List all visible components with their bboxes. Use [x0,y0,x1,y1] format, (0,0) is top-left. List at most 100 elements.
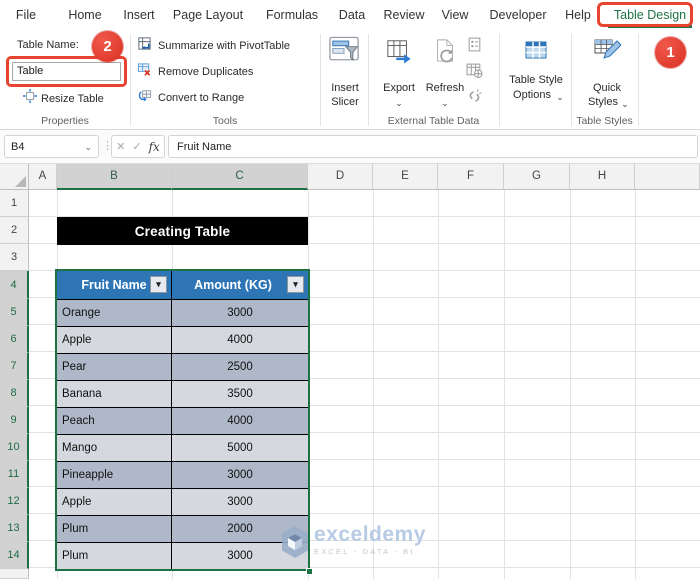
cell-amount[interactable]: 3000 [172,300,308,326]
table-row: Orange 3000 [57,299,308,326]
amount-filter-button[interactable]: ▾ [287,276,304,293]
select-all-button[interactable] [0,164,29,190]
cell-fruit[interactable]: Pineapple [57,462,172,488]
insert-slicer-label-line1: Insert [331,82,359,94]
tab-insert[interactable]: Insert [123,0,154,30]
cell-fruit[interactable]: Apple [57,327,172,353]
cell-fruit[interactable]: Plum [57,543,172,569]
table-row: Plum 2000 [57,515,308,542]
row-header-2[interactable]: 2 [0,217,29,244]
name-box[interactable]: B4 ⌄ [4,135,99,158]
row-header-12[interactable]: 12 [0,488,29,515]
cell-amount[interactable]: 3000 [172,462,308,488]
table-row: Mango 5000 [57,434,308,461]
row-header-11[interactable]: 11 [0,461,29,488]
cancel-icon[interactable]: ✕ [116,140,125,153]
insert-slicer-label-line2: Slicer [331,96,359,108]
col-header-g[interactable]: G [504,164,570,190]
pivottable-icon [137,36,152,56]
export-button[interactable] [386,38,412,69]
row-header-14[interactable]: 14 [0,542,29,569]
tab-home[interactable]: Home [68,0,101,30]
enter-check-icon[interactable]: ✓ [132,140,141,153]
select-all-triangle-icon [15,176,26,187]
tab-page-layout[interactable]: Page Layout [173,0,243,30]
row-header-5[interactable]: 5 [0,299,29,326]
formula-value: Fruit Name [177,140,232,153]
cell-fruit[interactable]: Peach [57,408,172,434]
watermark-tagline: EXCEL - DATA - BI [314,547,415,556]
row-header-10[interactable]: 10 [0,434,29,461]
row-header-3[interactable]: 3 [0,244,29,271]
summarize-with-pivottable-button[interactable]: Summarize with PivotTable [137,36,290,56]
row-header-13[interactable]: 13 [0,515,29,542]
convert-to-range-button[interactable]: Convert to Range [137,90,244,106]
export-icon [386,40,412,68]
table-resize-handle[interactable] [306,568,313,575]
refresh-button[interactable] [432,38,458,69]
row-header-9[interactable]: 9 [0,407,29,434]
cell-amount[interactable]: 4000 [172,408,308,434]
worksheet-grid: A B C D E F G H 1 2 3 4 5 6 7 8 9 10 11 … [0,164,700,579]
table-style-options-button[interactable] [524,40,548,65]
quick-styles-button[interactable] [593,36,622,69]
ribbon: Table Name: Table Resize Table Propertie… [0,30,700,130]
quick-styles-chevron-icon: ⌄ [621,99,629,109]
tab-view[interactable]: View [442,0,469,30]
resize-table-button[interactable]: Resize Table [23,89,104,108]
banner-cell[interactable]: Creating Table [57,217,308,245]
cell-fruit[interactable]: Orange [57,300,172,326]
col-header-blank[interactable] [635,164,700,190]
row-header-1[interactable]: 1 [0,190,29,217]
tab-review[interactable]: Review [384,0,425,30]
col-header-b[interactable]: B [57,164,172,190]
cell-fruit[interactable]: Mango [57,435,172,461]
tab-data[interactable]: Data [339,0,365,30]
formula-bar: B4 ⌄ ⋮ ✕ ✓ fx Fruit Name [0,130,700,164]
formula-input[interactable]: Fruit Name [168,135,698,158]
table-header-amount[interactable]: Amount (KG) ▾ [172,271,308,299]
cell-amount[interactable]: 3000 [172,489,308,515]
row-header-7[interactable]: 7 [0,353,29,380]
group-divider [368,34,369,126]
external-data-properties-button[interactable] [464,36,484,53]
col-header-a[interactable]: A [29,164,57,190]
tab-formulas[interactable]: Formulas [266,0,318,30]
cell-amount[interactable]: 3500 [172,381,308,407]
group-divider [638,34,639,126]
name-box-chevron-icon: ⌄ [84,141,92,152]
table-style-options-icon [524,41,548,64]
table-name-label: Table Name: [17,39,79,51]
col-header-e[interactable]: E [373,164,438,190]
table-header-row: Fruit Name ▾ Amount (KG) ▾ [57,271,308,299]
cell-fruit[interactable]: Banana [57,381,172,407]
cell-amount[interactable]: 4000 [172,327,308,353]
insert-function-icon[interactable]: fx [149,140,160,154]
cell-amount[interactable]: 2500 [172,354,308,380]
col-header-c[interactable]: C [172,164,308,190]
ribbon-tab-bar: File Home Insert Page Layout Formulas Da… [0,0,700,30]
unlink-button[interactable] [464,88,484,105]
table-header-fruit-name[interactable]: Fruit Name ▾ [57,271,172,299]
row-header-8[interactable]: 8 [0,380,29,407]
fruit-name-filter-button[interactable]: ▾ [150,276,167,293]
row-header-6[interactable]: 6 [0,326,29,353]
row-header-15-partial[interactable] [0,569,29,579]
col-header-f[interactable]: F [438,164,504,190]
remove-duplicates-button[interactable]: Remove Duplicates [137,63,253,80]
col-header-d[interactable]: D [308,164,373,190]
annotation-red-box-table-design [597,2,693,27]
tab-file[interactable]: File [16,0,36,30]
cell-fruit[interactable]: Apple [57,489,172,515]
quick-styles-label-line1: Quick [592,82,622,94]
col-header-h[interactable]: H [570,164,635,190]
insert-slicer-button[interactable] [329,36,359,68]
cell-fruit[interactable]: Plum [57,516,172,542]
cell-amount[interactable]: 5000 [172,435,308,461]
tab-developer[interactable]: Developer [490,0,547,30]
tab-help[interactable]: Help [565,0,591,30]
row-header-4[interactable]: 4 [0,271,29,299]
open-in-browser-button[interactable] [464,62,484,79]
cell-fruit[interactable]: Pear [57,354,172,380]
exceldemy-logo-icon [280,524,310,565]
